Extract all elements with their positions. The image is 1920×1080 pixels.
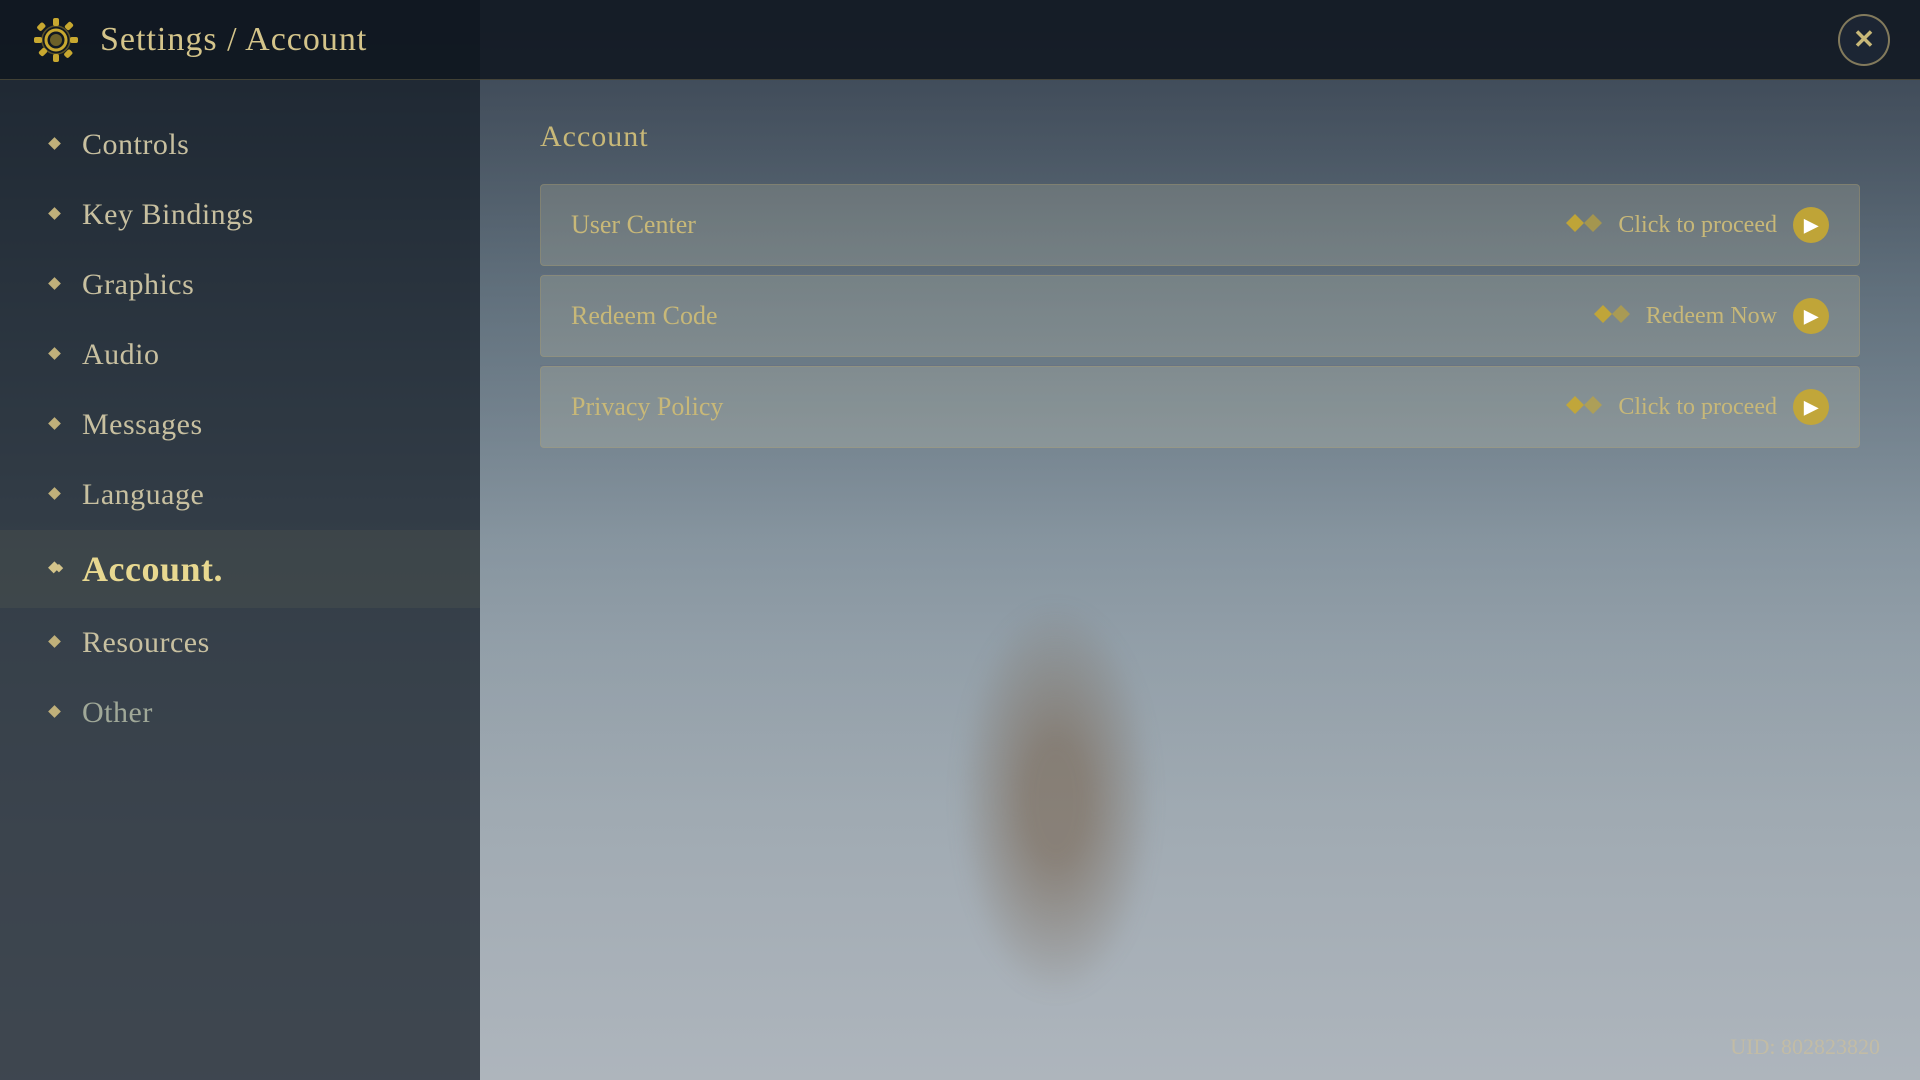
nav-label-account: Account. (82, 548, 223, 590)
action-row-redeem-code[interactable]: Redeem Code Redeem Now ▶ (540, 275, 1860, 357)
nav-bullet-resources (50, 637, 62, 649)
sidebar-item-other[interactable]: Other (0, 678, 480, 748)
arrow-button-user-center[interactable]: ▶ (1793, 207, 1829, 243)
nav-label-other: Other (82, 696, 153, 730)
nav-bullet-messages (50, 419, 62, 431)
action-right-privacy-policy: Click to proceed ▶ (1566, 389, 1829, 425)
nav-label-key-bindings: Key Bindings (82, 198, 254, 232)
sidebar-item-messages[interactable]: Messages (0, 390, 480, 460)
action-right-redeem-code: Redeem Now ▶ (1594, 298, 1829, 334)
sidebar-item-resources[interactable]: Resources (0, 608, 480, 678)
action-row-privacy-policy[interactable]: Privacy Policy Click to proceed ▶ (540, 366, 1860, 448)
action-label-redeem-code: Redeem Code (571, 301, 718, 331)
nav-bullet-language (50, 489, 62, 501)
action-label-privacy-policy: Privacy Policy (571, 392, 723, 422)
sidebar-item-key-bindings[interactable]: Key Bindings (0, 180, 480, 250)
arrow-button-redeem-code[interactable]: ▶ (1793, 298, 1829, 334)
nav-label-messages: Messages (82, 408, 203, 442)
action-text-user-center: Click to proceed (1618, 212, 1777, 239)
nav-label-graphics: Graphics (82, 268, 194, 302)
nav-bullet-graphics (50, 279, 62, 291)
action-text-redeem-code: Redeem Now (1646, 303, 1777, 330)
nav-label-controls: Controls (82, 128, 189, 162)
section-title: Account (540, 120, 1860, 154)
nav-label-audio: Audio (82, 338, 160, 372)
close-button[interactable]: ✕ (1838, 14, 1890, 66)
action-text-privacy-policy: Click to proceed (1618, 394, 1777, 421)
nav-bullet-other (50, 707, 62, 719)
nav-bullet-audio (50, 349, 62, 361)
sidebar-item-graphics[interactable]: Graphics (0, 250, 480, 320)
nav-label-resources: Resources (82, 626, 210, 660)
sidebar-item-controls[interactable]: Controls (0, 110, 480, 180)
gold-decoration-privacy-policy (1566, 396, 1602, 419)
main-content: Account User Center Click to proceed▶Red… (480, 80, 1920, 1080)
header-title: Settings / Account (100, 21, 367, 59)
sidebar-item-account[interactable]: Account. (0, 530, 480, 608)
nav-bullet-account (50, 563, 62, 575)
action-row-user-center[interactable]: User Center Click to proceed ▶ (540, 184, 1860, 266)
header-bar: Settings / Account ✕ (0, 0, 1920, 80)
action-label-user-center: User Center (571, 210, 696, 240)
sidebar-item-audio[interactable]: Audio (0, 320, 480, 390)
nav-bullet-controls (50, 139, 62, 151)
sidebar-item-language[interactable]: Language (0, 460, 480, 530)
nav-bullet-key-bindings (50, 209, 62, 221)
arrow-button-privacy-policy[interactable]: ▶ (1793, 389, 1829, 425)
gold-decoration-user-center (1566, 214, 1602, 237)
uid-display: UID: 802823820 (1730, 1034, 1880, 1060)
nav-label-language: Language (82, 478, 204, 512)
settings-icon (30, 14, 82, 66)
action-right-user-center: Click to proceed ▶ (1566, 207, 1829, 243)
sidebar-nav: Controls Key Bindings Graphics Audio Message… (0, 80, 480, 1080)
gold-decoration-redeem-code (1594, 305, 1630, 328)
